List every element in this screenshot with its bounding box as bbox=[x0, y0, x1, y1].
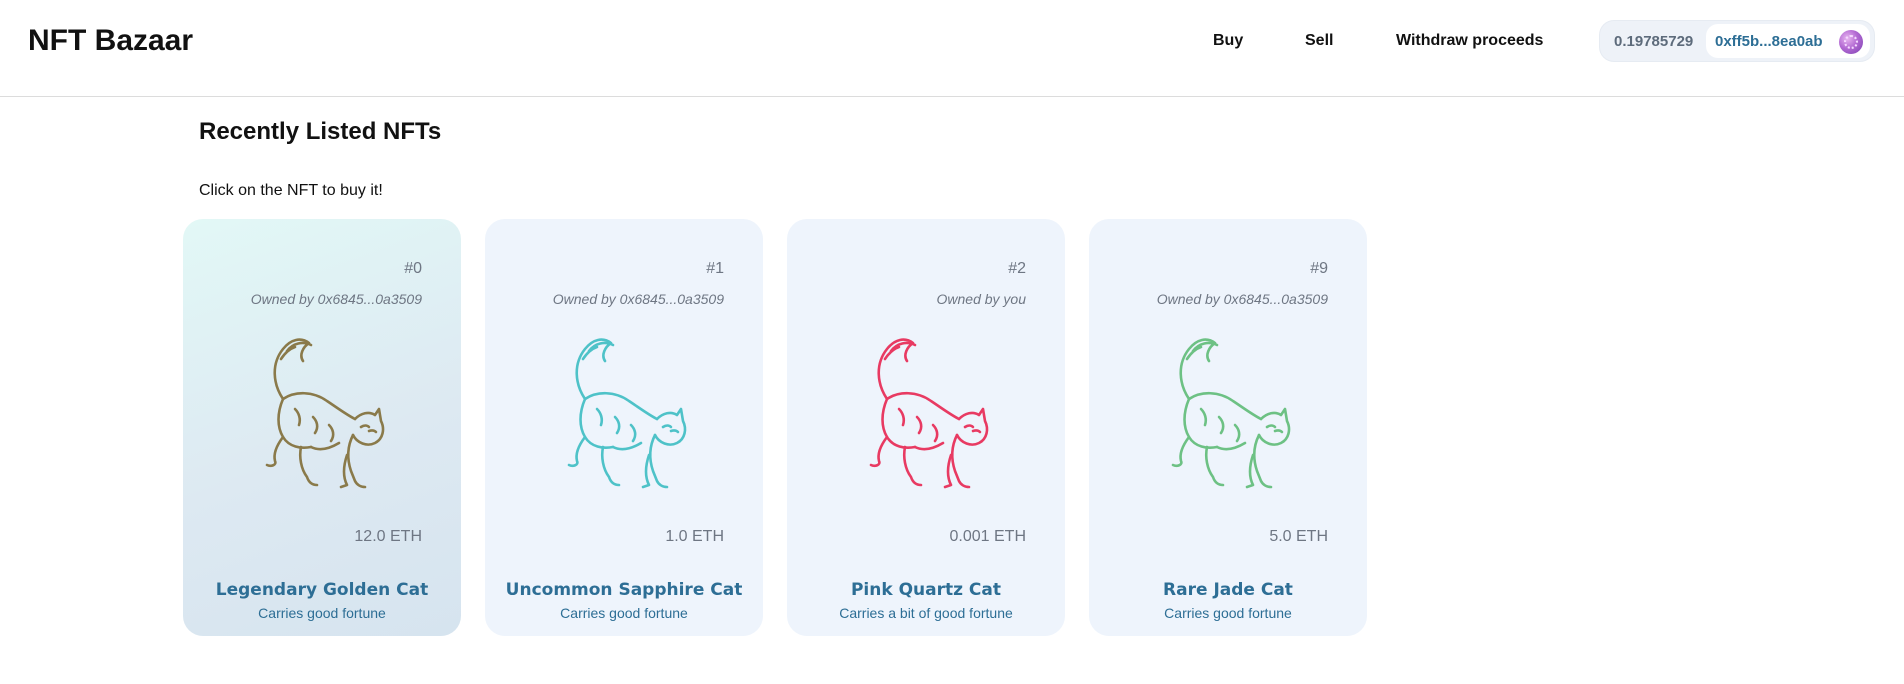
price-label: 1.0 ETH bbox=[665, 528, 724, 545]
owner-label: Owned by 0x6845...0a3509 bbox=[552, 291, 724, 307]
nft-card[interactable]: #1 Owned by 0x6845...0a3509 1.0 ETH Unco… bbox=[485, 219, 763, 636]
price-label: 12.0 ETH bbox=[354, 528, 422, 545]
wallet-widget: 0.19785729 0xff5b...8ea0ab bbox=[1600, 21, 1874, 61]
nav-sell-link[interactable]: Sell bbox=[1305, 32, 1333, 50]
nft-description: Carries good fortune bbox=[1164, 605, 1292, 621]
price-label: 0.001 ETH bbox=[949, 528, 1026, 545]
identicon-avatar-icon bbox=[1839, 30, 1863, 54]
token-id: #2 bbox=[1008, 260, 1026, 277]
nav-buy-link[interactable]: Buy bbox=[1213, 32, 1243, 50]
owner-label: Owned by 0x6845...0a3509 bbox=[1156, 291, 1328, 307]
token-id: #1 bbox=[706, 260, 724, 277]
nft-description: Carries good fortune bbox=[258, 605, 386, 621]
cat-icon bbox=[567, 338, 687, 489]
wallet-balance: 0.19785729 bbox=[1614, 33, 1694, 50]
owner-label: Owned by 0x6845...0a3509 bbox=[250, 291, 422, 307]
top-nav-bar: NFT Bazaar Buy Sell Withdraw proceeds 0.… bbox=[0, 0, 1904, 97]
nft-name: Legendary Golden Cat bbox=[215, 580, 429, 600]
page-hint-text: Click on the NFT to buy it! bbox=[199, 182, 383, 199]
cat-icon bbox=[1171, 338, 1291, 489]
wallet-account-button[interactable]: 0xff5b...8ea0ab bbox=[1706, 24, 1870, 58]
brand-title[interactable]: NFT Bazaar bbox=[28, 24, 193, 58]
nft-card[interactable]: #2 Owned by you 0.001 ETH Pink Quartz Ca… bbox=[787, 219, 1065, 636]
token-id: #9 bbox=[1310, 260, 1328, 277]
cat-icon bbox=[265, 338, 385, 489]
nft-name: Rare Jade Cat bbox=[1163, 580, 1293, 600]
wallet-address: 0xff5b...8ea0ab bbox=[1715, 33, 1823, 50]
page-title: Recently Listed NFTs bbox=[199, 118, 442, 145]
nft-name: Pink Quartz Cat bbox=[850, 580, 1002, 600]
owner-label: Owned by you bbox=[936, 291, 1027, 307]
token-id: #0 bbox=[404, 260, 422, 277]
price-label: 5.0 ETH bbox=[1269, 528, 1328, 545]
nav-withdraw-proceeds-link[interactable]: Withdraw proceeds bbox=[1396, 32, 1543, 50]
nft-card[interactable]: #9 Owned by 0x6845...0a3509 5.0 ETH Rare… bbox=[1089, 219, 1367, 636]
nft-description: Carries good fortune bbox=[560, 605, 688, 621]
cat-icon bbox=[869, 338, 989, 489]
nft-description: Carries a bit of good fortune bbox=[839, 605, 1013, 621]
nft-card[interactable]: #0 Owned by 0x6845...0a3509 12.0 ETH Leg… bbox=[183, 219, 461, 636]
nft-name: Uncommon Sapphire Cat bbox=[505, 580, 743, 600]
